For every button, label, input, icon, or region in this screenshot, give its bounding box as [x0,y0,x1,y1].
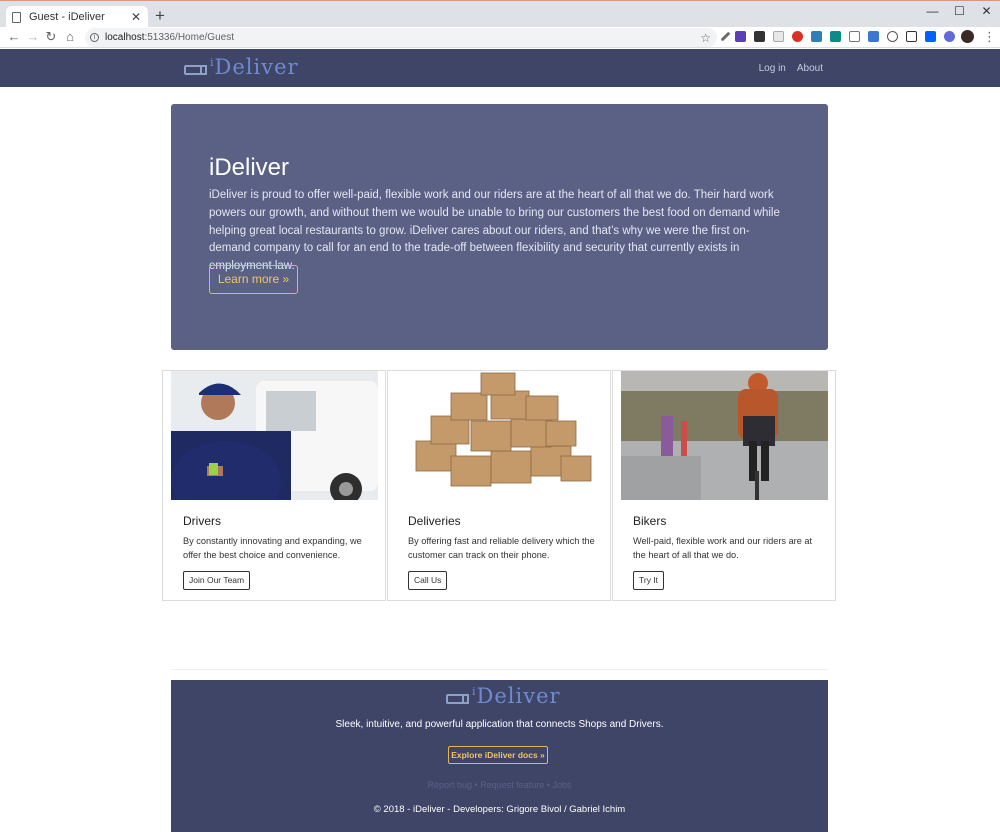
reload-icon[interactable]: ↻ [43,29,59,45]
browser-menu-icon[interactable]: ⋮ [983,29,996,45]
brand-text: Deliver [476,684,561,708]
back-icon[interactable]: ← [6,29,22,45]
info-icon[interactable]: i [90,33,99,42]
card-deliveries: Deliveries By offering fast and reliable… [387,370,611,601]
link-separator: • [474,780,478,790]
eyedropper-extension-icon[interactable] [720,31,731,42]
explore-docs-button[interactable]: Explore iDeliver docs » [448,746,548,764]
page-icon [12,11,21,23]
shield-extension-icon[interactable] [773,31,784,42]
dropbox-extension-icon[interactable] [925,31,936,42]
call-us-button[interactable]: Call Us [408,571,448,590]
truck-icon [184,65,207,75]
copyright: © 2018 - iDeliver - Developers: Grigore … [373,804,626,815]
close-window-icon[interactable]: ✕ [973,1,1000,27]
about-link[interactable]: About [797,63,823,74]
card-text: Well-paid, flexible work and our riders … [633,536,813,560]
link-separator: • [546,780,550,790]
footer-brand-logo[interactable]: i Deliver [446,685,561,707]
extensions-bar [720,31,963,42]
join-our-team-button[interactable]: Join Our Team [183,571,251,590]
browser-titlebar: Guest - iDeliver ✕ + — ☐ ✕ [0,0,1000,28]
brand-i: i [472,685,476,698]
jobs-link[interactable]: Jobs [552,780,571,790]
truck-icon [446,694,469,704]
url-path: :51336/Home/Guest [144,32,234,43]
translate-extension-icon[interactable] [868,31,879,42]
url-host: localhost [105,32,145,43]
login-link[interactable]: Log in [759,63,786,74]
url-text[interactable]: localhost:51336/Home/Guest [105,32,700,43]
new-tab-icon[interactable]: + [152,7,168,25]
minimize-icon[interactable]: — [919,1,946,27]
card-title: Deliveries [408,514,461,528]
card-text: By offering fast and reliable delivery w… [408,536,595,560]
hero-jumbotron: iDeliver iDeliver is proud to offer well… [171,104,828,350]
card-title: Drivers [183,514,221,528]
nav-links: Log in About [759,63,823,74]
brand-text: Deliver [214,55,299,79]
address-bar[interactable]: i localhost:51336/Home/Guest ☆ [85,28,717,47]
report-bug-link[interactable]: Report bug [428,780,473,790]
cyclist-photo [621,371,828,500]
screenshot-extension-icon[interactable] [906,31,917,42]
footer-links: Report bug • Request feature • Jobs [171,780,828,790]
page-extension-icon[interactable] [849,31,860,42]
bookmark-star-icon[interactable]: ☆ [700,31,711,45]
close-tab-icon[interactable]: ✕ [130,10,142,24]
learn-more-button[interactable]: Learn more » [209,265,298,294]
forward-icon[interactable]: → [25,29,41,45]
blue-extension-icon[interactable] [811,31,822,42]
profile-extension-icon[interactable] [944,31,955,42]
terminal-extension-icon[interactable] [754,31,765,42]
browser-tab[interactable]: Guest - iDeliver ✕ [6,6,148,28]
purple-extension-icon[interactable] [735,31,746,42]
maximize-icon[interactable]: ☐ [946,1,973,27]
user-avatar[interactable] [961,30,974,43]
browser-toolbar: ← → ↻ ⌂ i localhost:51336/Home/Guest ☆ ⋮ [0,27,1000,48]
card-text: By constantly innovating and expanding, … [183,536,362,560]
block-extension-icon[interactable] [887,31,898,42]
hero-title: iDeliver [209,154,290,181]
try-it-button[interactable]: Try It [633,571,665,590]
brand-logo[interactable]: i Deliver [184,56,299,78]
footer-tagline: Sleek, intuitive, and powerful applicati… [335,719,664,730]
teal-extension-icon[interactable] [830,31,841,42]
site-footer: i Deliver Sleek, intuitive, and powerful… [171,680,828,832]
request-feature-link[interactable]: Request feature [480,780,544,790]
site-navbar: i Deliver Log in About [0,49,1000,87]
footer-divider [171,669,828,670]
card-bikers: Bikers Well-paid, flexible work and our … [612,370,836,601]
home-icon[interactable]: ⌂ [62,29,78,45]
card-title: Bikers [633,514,667,528]
tab-title: Guest - iDeliver [29,11,105,23]
hero-text: iDeliver is proud to offer well-paid, fl… [209,189,780,273]
cardboard-boxes-photo [396,371,603,500]
window-controls: — ☐ ✕ [919,1,1000,27]
card-drivers: Drivers By constantly innovating and exp… [162,370,386,601]
delivery-man-photo [171,371,378,500]
brand-i: i [210,56,214,69]
adblock-extension-icon[interactable] [792,31,803,42]
